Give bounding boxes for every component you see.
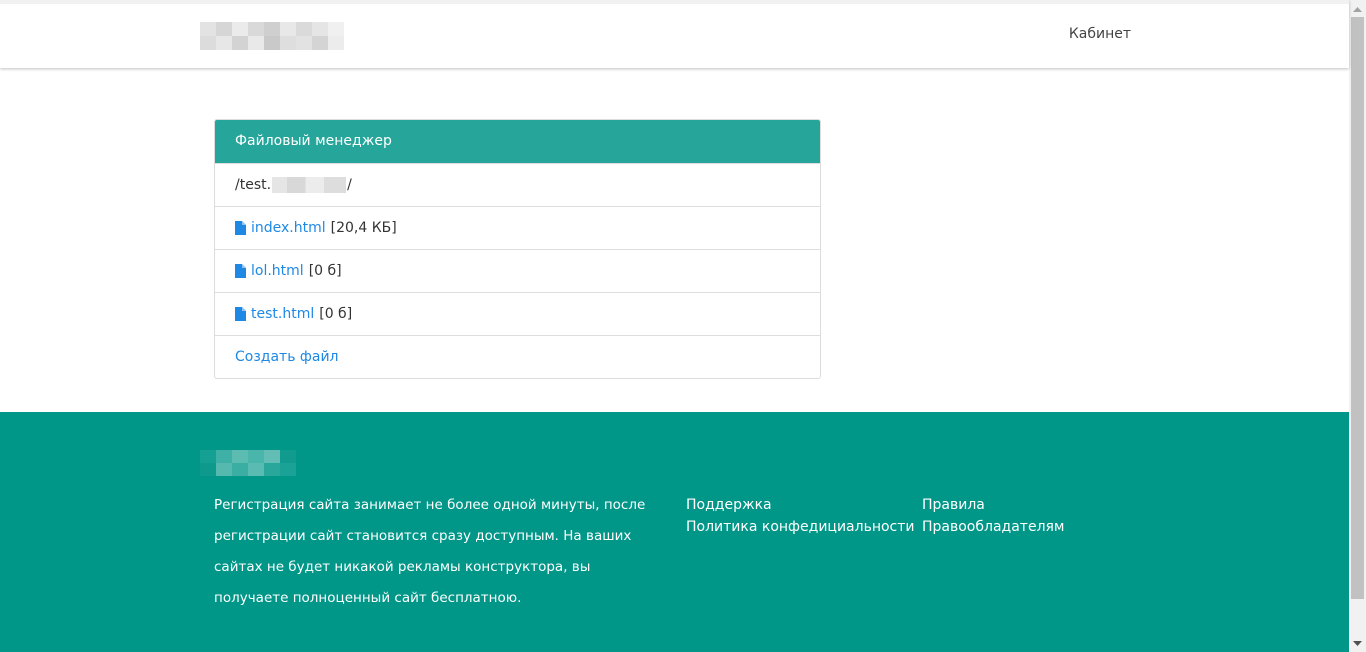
footer-logo[interactable]: [200, 450, 296, 476]
file-link-test[interactable]: test.html: [251, 306, 314, 322]
support-link[interactable]: Поддержка: [686, 494, 915, 516]
rules-link[interactable]: Правила: [922, 494, 1065, 516]
privacy-policy-link[interactable]: Политика конфедициальности: [686, 516, 915, 538]
create-file-link[interactable]: Создать файл: [235, 349, 339, 365]
scroll-thumb[interactable]: [1351, 17, 1364, 599]
file-row-lol: lol.html [0 б]: [215, 249, 820, 292]
file-link-lol[interactable]: lol.html: [251, 263, 304, 279]
file-manager-panel: Файловый менеджер /test. / index.html [2…: [214, 119, 821, 379]
top-navbar: Кабинет: [0, 0, 1349, 68]
file-size: [20,4 КБ]: [330, 220, 397, 236]
create-file-row: Создать файл: [215, 335, 820, 378]
file-link-index[interactable]: index.html: [251, 220, 326, 236]
footer-description: Регистрация сайта занимает не более одно…: [214, 497, 646, 606]
scroll-down-icon[interactable]: [1349, 635, 1366, 652]
page: Кабинет Файловый менеджер /test. / index…: [0, 0, 1366, 652]
file-icon: [235, 264, 246, 278]
site-logo[interactable]: [200, 22, 344, 50]
file-row-index: index.html [20,4 КБ]: [215, 206, 820, 249]
footer-links-col2: Правила Правообладателям: [922, 494, 1065, 538]
current-path-row: /test. /: [215, 163, 820, 206]
path-redacted: [272, 177, 347, 193]
copyright-holders-link[interactable]: Правообладателям: [922, 516, 1065, 538]
file-icon: [235, 221, 246, 235]
path-prefix: /test.: [235, 177, 272, 193]
path-suffix: /: [347, 177, 352, 193]
footer: Регистрация сайта занимает не более одно…: [0, 412, 1349, 652]
footer-links-col1: Поддержка Политика конфедициальности: [686, 494, 915, 538]
vertical-scrollbar[interactable]: [1349, 0, 1366, 652]
scroll-up-icon[interactable]: [1349, 0, 1366, 17]
file-icon: [235, 307, 246, 321]
file-size: [0 б]: [308, 263, 342, 279]
file-size: [0 б]: [319, 306, 353, 322]
file-row-test: test.html [0 б]: [215, 292, 820, 335]
cabinet-link[interactable]: Кабинет: [1069, 26, 1131, 42]
file-manager-title: Файловый менеджер: [215, 120, 820, 163]
current-path: /test. /: [235, 177, 352, 193]
